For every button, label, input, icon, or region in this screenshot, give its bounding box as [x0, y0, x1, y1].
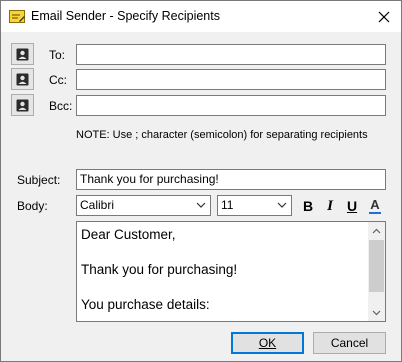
to-field[interactable] — [76, 44, 386, 65]
body-text[interactable]: Dear Customer, Thank you for purchasing!… — [81, 226, 369, 314]
cancel-button[interactable]: Cancel — [313, 332, 386, 354]
bcc-label: Bcc: — [49, 99, 73, 113]
bcc-field[interactable] — [76, 95, 386, 116]
font-color-swatch — [369, 212, 381, 214]
chevron-up-icon — [372, 228, 381, 233]
italic-button[interactable]: I — [320, 196, 340, 216]
separator-note: NOTE: Use ; character (semicolon) for se… — [76, 129, 368, 141]
body-label: Body: — [17, 199, 48, 213]
chevron-down-icon — [372, 310, 381, 315]
contact-card-icon — [16, 48, 29, 60]
cc-label: Cc: — [49, 73, 67, 87]
window-title: Email Sender - Specify Recipients — [31, 9, 220, 23]
contact-card-icon — [16, 73, 29, 85]
contact-card-icon — [16, 99, 29, 111]
chevron-down-icon — [196, 202, 206, 208]
scroll-down-button[interactable] — [368, 304, 385, 321]
cc-address-book-button[interactable] — [11, 68, 34, 90]
scroll-thumb[interactable] — [369, 240, 384, 292]
close-icon — [378, 11, 390, 22]
body-editor[interactable]: Dear Customer, Thank you for purchasing!… — [76, 221, 386, 322]
bold-button[interactable]: B — [298, 196, 318, 216]
underline-button[interactable]: U — [342, 196, 362, 216]
font-size-select[interactable]: 11 — [217, 195, 292, 216]
font-size-value: 11 — [221, 198, 234, 212]
font-name-select[interactable]: Calibri — [76, 195, 211, 216]
email-sender-dialog: Email Sender - Specify Recipients To: Cc… — [0, 0, 402, 362]
cancel-label: Cancel — [330, 336, 369, 350]
chevron-down-icon — [277, 202, 287, 208]
scroll-up-button[interactable] — [368, 222, 385, 239]
to-label: To: — [49, 48, 66, 62]
cc-field[interactable] — [76, 69, 386, 90]
close-button[interactable] — [367, 1, 401, 32]
font-name-value: Calibri — [80, 198, 115, 212]
underline-icon: U — [346, 198, 358, 214]
ok-label: OK — [258, 336, 277, 350]
ok-button[interactable]: OK — [231, 332, 304, 354]
to-address-book-button[interactable] — [11, 43, 34, 65]
font-color-button[interactable]: A — [365, 196, 385, 216]
font-color-icon: A — [370, 197, 380, 212]
subject-label: Subject: — [17, 173, 61, 187]
bold-icon: B — [302, 198, 314, 214]
email-edit-icon — [9, 10, 25, 23]
title-bar: Email Sender - Specify Recipients — [1, 1, 401, 32]
bcc-address-book-button[interactable] — [11, 94, 34, 116]
subject-field[interactable]: Thank you for purchasing! — [76, 169, 386, 190]
body-scrollbar[interactable] — [368, 222, 385, 321]
italic-icon: I — [327, 197, 333, 214]
